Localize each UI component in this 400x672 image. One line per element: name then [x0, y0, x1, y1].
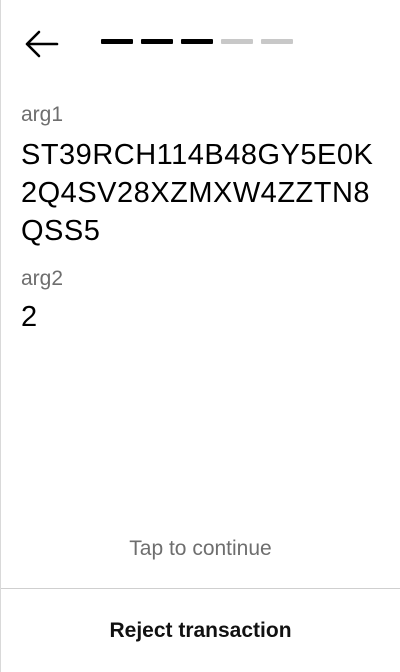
field-label: arg2: [21, 267, 64, 290]
tap-to-continue[interactable]: Tap to continue: [1, 537, 400, 561]
progress-step-complete: [101, 39, 133, 44]
progress-step-complete: [141, 39, 173, 44]
field-label: arg1: [21, 103, 64, 126]
reject-transaction-button[interactable]: Reject transaction: [1, 589, 400, 672]
progress-step-complete: [181, 39, 213, 44]
field-value: 2: [21, 301, 38, 333]
field-arg2: arg2 2: [21, 266, 381, 336]
progress-step-pending: [261, 39, 293, 44]
progress-step-pending: [221, 39, 253, 44]
arrow-left-icon: [23, 30, 59, 58]
field-arg1: arg1 ST39RCH114B48GY5E0K2Q4SV28XZMXW4ZZT…: [21, 102, 381, 250]
screen-frame: arg1 ST39RCH114B48GY5E0K2Q4SV28XZMXW4ZZT…: [0, 0, 400, 672]
back-button[interactable]: [23, 28, 63, 60]
progress-indicator: [101, 39, 293, 44]
field-value: ST39RCH114B48GY5E0K2Q4SV28XZMXW4ZZTN8QSS…: [21, 139, 374, 247]
